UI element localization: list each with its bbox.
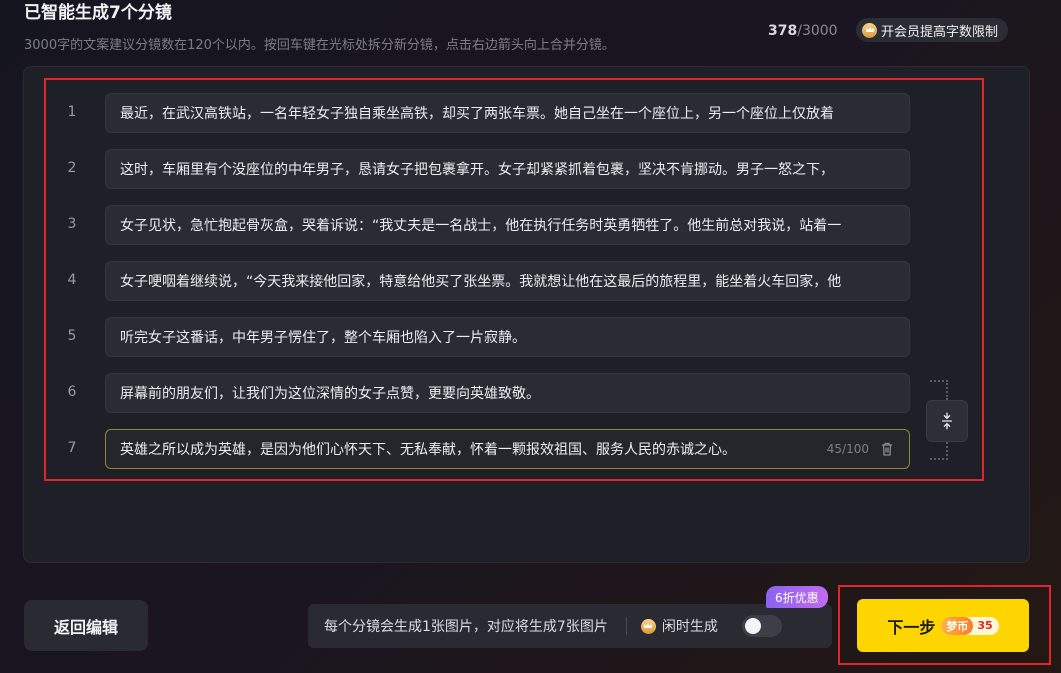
trash-icon[interactable] <box>879 441 895 457</box>
segment-input[interactable]: 听完女子这番话，中年男子愣住了，整个车厢也陷入了一片寂静。 <box>105 317 910 357</box>
discount-badge: 6折优惠 <box>766 586 828 608</box>
back-to-edit-button[interactable]: 返回编辑 <box>24 600 148 651</box>
segment-input[interactable]: 最近，在武汉高铁站，一名年轻女子独自乘坐高铁，却买了两张车票。她自己坐在一个座位… <box>105 93 910 133</box>
coin-label: 梦币 <box>941 616 974 635</box>
segment-text: 这时，车厢里有个没座位的中年男子，恳请女子把包裹拿开。女子却紧紧抓着包裹，坚决不… <box>120 162 834 178</box>
segment-input-active[interactable]: 英雄之所以成为英雄，是因为他们心怀天下、无私奉献，怀着一颗报效祖国、服务人民的赤… <box>105 429 910 469</box>
segment-input[interactable]: 女子哽咽着继续说，“今天我来接他回家，特意给他买了张坐票。我就想让他在这最后的旅… <box>105 261 910 301</box>
segment-text: 英雄之所以成为英雄，是因为他们心怀天下、无私奉献，怀着一颗报效祖国、服务人民的赤… <box>120 442 736 458</box>
toggle-knob <box>744 618 761 634</box>
segment-number: 6 <box>67 384 77 400</box>
idle-generate-toggle[interactable] <box>741 615 782 637</box>
segment-number: 7 <box>67 440 77 456</box>
idle-generate-label: 闲时生成 <box>640 616 718 636</box>
crown-icon <box>862 22 877 38</box>
segment-number: 4 <box>67 272 77 288</box>
char-count-current: 378 <box>768 23 798 39</box>
merge-up-button[interactable] <box>926 400 968 442</box>
segments-panel <box>23 66 1030 563</box>
segment-text: 最近，在武汉高铁站，一名年轻女子独自乘坐高铁，却买了两张车票。她自己坐在一个座位… <box>120 106 834 122</box>
segment-input[interactable]: 这时，车厢里有个没座位的中年男子，恳请女子把包裹拿开。女子却紧紧抓着包裹，坚决不… <box>105 149 910 189</box>
segment-number: 1 <box>67 104 77 120</box>
merge-connector-top <box>930 380 948 400</box>
vip-upgrade-label: 开会员提高字数限制 <box>881 24 999 40</box>
char-count-max: 3000 <box>801 23 838 39</box>
coin-cost: 35 <box>977 619 993 632</box>
idle-generate-text: 闲时生成 <box>661 619 718 635</box>
coin-cost-chip: 梦币 35 <box>941 616 999 635</box>
segment-text: 女子见状，急忙抱起骨灰盒，哭着诉说：“我丈夫是一名战士，他在执行任务时英勇牺牲了… <box>120 218 842 234</box>
generation-info-text: 每个分镜会生成1张图片，对应将生成7张图片 <box>324 619 608 635</box>
divider <box>625 617 627 635</box>
segment-number: 2 <box>67 160 77 176</box>
segment-input[interactable]: 女子见状，急忙抱起骨灰盒，哭着诉说：“我丈夫是一名战士，他在执行任务时英勇牺牲了… <box>105 205 910 245</box>
next-step-label: 下一步 <box>887 617 936 637</box>
segment-char-count: 45/100 <box>826 442 869 456</box>
segment-input[interactable]: 屏幕前的朋友们，让我们为这位深情的女子点赞，更要向英雄致敬。 <box>105 373 910 413</box>
vip-upgrade-pill[interactable]: 开会员提高字数限制 <box>856 18 1009 42</box>
generation-info-bar: 每个分镜会生成1张图片，对应将生成7张图片 闲时生成 <box>308 604 832 648</box>
page-title: 已智能生成7个分镜 <box>24 3 172 23</box>
page-hint: 3000字的文案建议分镜数在120个以内。按回车键在光标处拆分新分镜，点击右边箭… <box>24 38 615 53</box>
char-counter: 378/3000 <box>768 23 838 39</box>
crown-icon <box>640 618 656 634</box>
segment-text: 屏幕前的朋友们，让我们为这位深情的女子点赞，更要向英雄致敬。 <box>120 386 540 402</box>
merge-connector-bottom <box>930 442 948 460</box>
segment-number: 5 <box>67 328 77 344</box>
segment-text: 女子哽咽着继续说，“今天我来接他回家，特意给他买了张坐票。我就想让他在这最后的旅… <box>120 274 842 290</box>
segment-text: 听完女子这番话，中年男子愣住了，整个车厢也陷入了一片寂静。 <box>120 330 526 346</box>
merge-up-icon <box>940 412 954 430</box>
next-step-button[interactable]: 下一步 梦币 35 <box>857 599 1029 652</box>
segment-number: 3 <box>67 216 77 232</box>
